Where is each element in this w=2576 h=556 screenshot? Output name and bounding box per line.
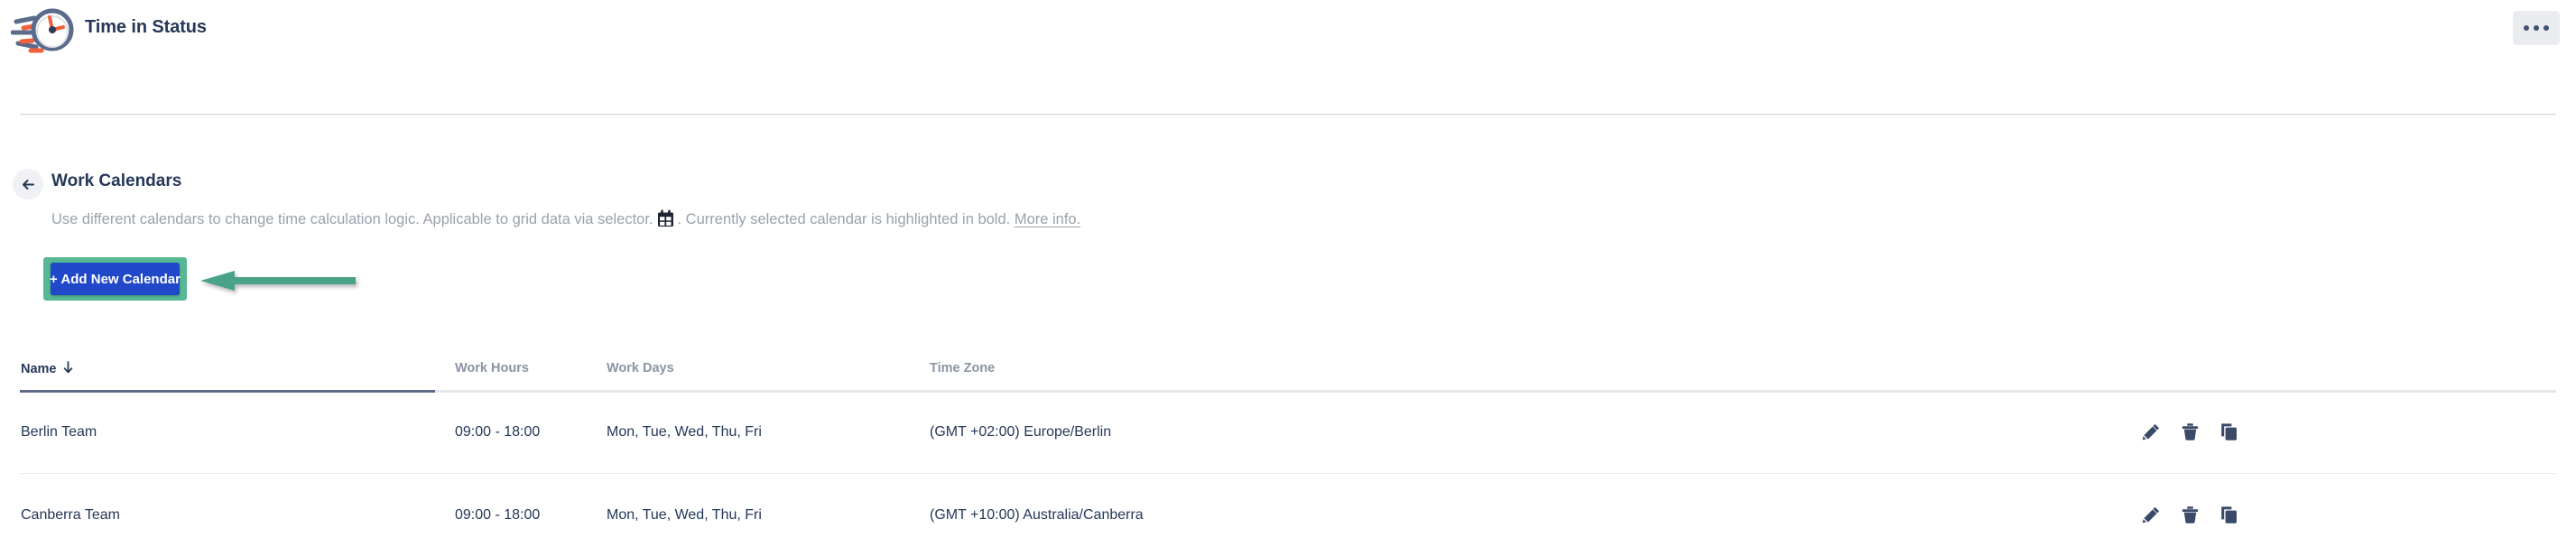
overflow-menu-button[interactable] (2513, 11, 2560, 45)
row-actions (2130, 505, 2556, 524)
kebab-dot-icon (2534, 25, 2539, 31)
column-header-time-zone[interactable]: Time Zone (930, 361, 2130, 375)
section-title: Work Calendars (51, 171, 182, 190)
cell-time-zone: (GMT +10:00) Australia/Canberra (930, 506, 1144, 523)
page-title: Time in Status (85, 17, 207, 37)
back-button[interactable] (13, 169, 43, 199)
column-header-work-days[interactable]: Work Days (607, 361, 930, 375)
cell-name: Canberra Team (21, 506, 120, 523)
calendars-table: Name Work Hours Work Days Time Zone Berl… (20, 361, 2556, 556)
table-row[interactable]: Canberra Team 09:00 - 18:00 Mon, Tue, We… (20, 474, 2556, 556)
time-in-status-logo (10, 5, 78, 56)
section-description: Use different calendars to change time c… (51, 208, 1080, 230)
header-divider (20, 114, 2556, 115)
arrow-left-icon (22, 179, 34, 190)
column-header-work-hours[interactable]: Work Hours (455, 361, 607, 375)
cell-work-hours: 09:00 - 18:00 (455, 423, 541, 440)
section-description-part1: Use different calendars to change time c… (51, 210, 653, 227)
cell-work-days: Mon, Tue, Wed, Thu, Fri (607, 506, 762, 523)
duplicate-icon[interactable] (2219, 505, 2238, 524)
add-new-calendar-button[interactable]: + Add New Calendar (50, 263, 181, 295)
calendar-icon (657, 209, 674, 231)
work-calendars-page: Time in Status Work Calendars Use differ… (0, 0, 2576, 556)
app-header: Time in Status (0, 0, 2576, 115)
cell-work-days: Mon, Tue, Wed, Thu, Fri (607, 423, 762, 440)
edit-icon[interactable] (2142, 422, 2161, 441)
more-info-link[interactable]: More info. (1015, 211, 1080, 227)
cell-time-zone: (GMT +02:00) Europe/Berlin (930, 423, 1112, 440)
cell-name: Berlin Team (21, 423, 97, 440)
section-description-part2: . Currently selected calendar is highlig… (677, 210, 1011, 227)
kebab-dot-icon (2544, 25, 2549, 31)
column-header-name[interactable]: Name (20, 361, 455, 377)
delete-icon[interactable] (2181, 505, 2200, 524)
sort-descending-icon (63, 361, 73, 377)
column-header-name-label: Name (21, 362, 57, 376)
table-row[interactable]: Berlin Team 09:00 - 18:00 Mon, Tue, Wed,… (20, 391, 2556, 474)
table-header-row: Name Work Hours Work Days Time Zone (20, 361, 2556, 393)
cell-work-hours: 09:00 - 18:00 (455, 506, 541, 523)
delete-icon[interactable] (2181, 422, 2200, 441)
edit-icon[interactable] (2142, 505, 2161, 524)
row-actions (2130, 422, 2556, 441)
annotation-arrow-icon (200, 271, 356, 291)
kebab-dot-icon (2524, 25, 2529, 31)
duplicate-icon[interactable] (2219, 422, 2238, 441)
